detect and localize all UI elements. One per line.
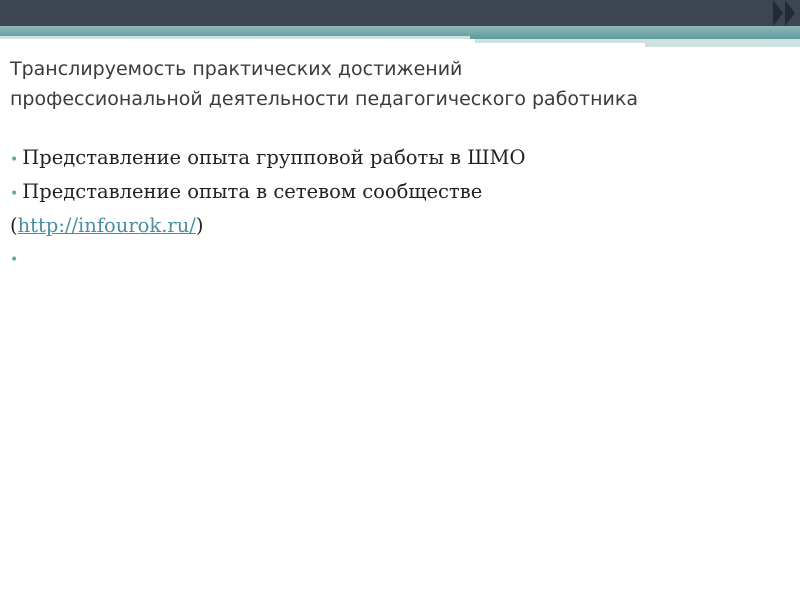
slide-title: Транслируемость практических достижений … <box>10 54 790 114</box>
bullet-text: Представление опыта групповой работы в Ш… <box>22 146 526 169</box>
bullet-icon: • <box>10 186 19 202</box>
teal-band-highlight <box>645 43 800 47</box>
bullet-icon: • <box>10 152 19 168</box>
slide-title-line: профессиональной деятельности педагогиче… <box>10 88 638 110</box>
teal-band-highlight <box>0 36 470 39</box>
top-bar <box>0 0 800 26</box>
bullet-list: • Представление опыта групповой работы в … <box>10 142 790 276</box>
bullet-item: • Представление опыта в сетевом сообществ… <box>10 176 790 242</box>
slide-title-line: Транслируемость практических достижений <box>10 58 463 80</box>
bullet-text: Представление опыта в сетевом сообществе <box>22 180 483 203</box>
bullet-item: • Представление опыта групповой работы в … <box>10 142 790 176</box>
bullet-icon: • <box>10 252 19 268</box>
paren-close: ) <box>195 214 204 237</box>
bullet-item: • <box>10 242 790 276</box>
infourok-link[interactable]: http://infourok.ru/ <box>18 214 196 237</box>
top-bar-arrow-icon <box>785 0 795 26</box>
paren-open: ( <box>10 214 18 237</box>
top-bar-arrow-icon <box>773 0 783 26</box>
